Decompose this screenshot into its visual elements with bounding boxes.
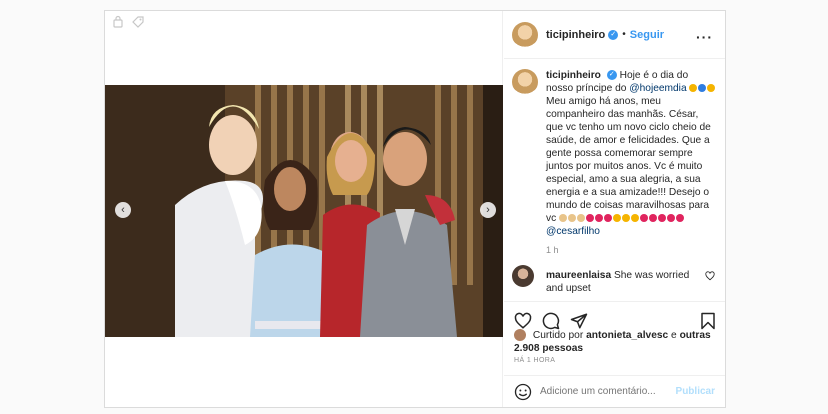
tag-icon[interactable]: [131, 15, 145, 29]
caption-avatar[interactable]: [512, 69, 538, 95]
separator-dot: •: [622, 29, 626, 40]
likes-connector: e: [671, 330, 677, 341]
bookmark-photo-icon[interactable]: [111, 15, 125, 29]
media-top-icons: [111, 15, 145, 29]
publish-button[interactable]: Publicar: [676, 386, 715, 397]
likes-summary: Curtido por antonieta_alvesc e outras 2.…: [514, 329, 719, 355]
emoji-icon[interactable]: [514, 383, 532, 401]
caption-timestamp[interactable]: 1 h: [546, 245, 559, 255]
caption-username[interactable]: ticipinheiro: [546, 70, 601, 81]
photo-scene: [105, 85, 503, 337]
comment-username[interactable]: maureenlaisa: [546, 270, 611, 281]
header-username[interactable]: ticipinheiro: [546, 29, 605, 41]
next-arrow-icon[interactable]: ›: [480, 202, 496, 218]
post-sidebar: ticipinheiro ✓ • Seguir ··· ticipinheiro…: [504, 11, 725, 407]
caption-text: ticipinheiro ✓ Hoje é o dia do nosso prí…: [546, 69, 718, 238]
caption-text-2: Meu amigo há anos, meu companheiro das m…: [546, 96, 711, 224]
avatar[interactable]: [512, 21, 538, 48]
post-header: ticipinheiro ✓ • Seguir ···: [504, 11, 725, 59]
comment-icon[interactable]: [542, 312, 560, 330]
save-icon[interactable]: [700, 312, 716, 330]
mention-hojeemdia[interactable]: @hojeemdia: [629, 83, 686, 94]
mention-cesarfilho[interactable]: @cesarfilho: [546, 226, 600, 237]
post-photo: ‹ ›: [105, 85, 503, 337]
prev-arrow-icon[interactable]: ‹: [115, 202, 131, 218]
more-options-icon[interactable]: ···: [696, 29, 713, 45]
post-card: ‹ › ticipinheiro ✓ • Seguir ··· ticipinh…: [104, 10, 726, 408]
add-comment-bar: Publicar: [504, 375, 725, 407]
post-media: ‹ ›: [105, 11, 503, 407]
liker-username[interactable]: antonieta_alvesc: [586, 330, 668, 341]
heart-icon[interactable]: [514, 312, 532, 330]
liker-avatar[interactable]: [514, 329, 526, 342]
comment-text: maureenlaisa She was worried and upset: [546, 269, 696, 295]
emoji-row: [559, 213, 685, 224]
heart-emojis: [689, 83, 716, 94]
comment-heart-icon[interactable]: [705, 271, 715, 281]
comment-avatar[interactable]: [512, 265, 534, 287]
verified-icon: ✓: [606, 70, 617, 81]
add-comment-input[interactable]: [540, 386, 670, 397]
follow-button[interactable]: Seguir: [630, 29, 664, 41]
share-icon[interactable]: [570, 312, 588, 330]
verified-icon: ✓: [608, 29, 619, 40]
post-time-ago[interactable]: HÁ 1 HORA: [514, 357, 555, 364]
likes-prefix: Curtido por: [532, 330, 584, 341]
